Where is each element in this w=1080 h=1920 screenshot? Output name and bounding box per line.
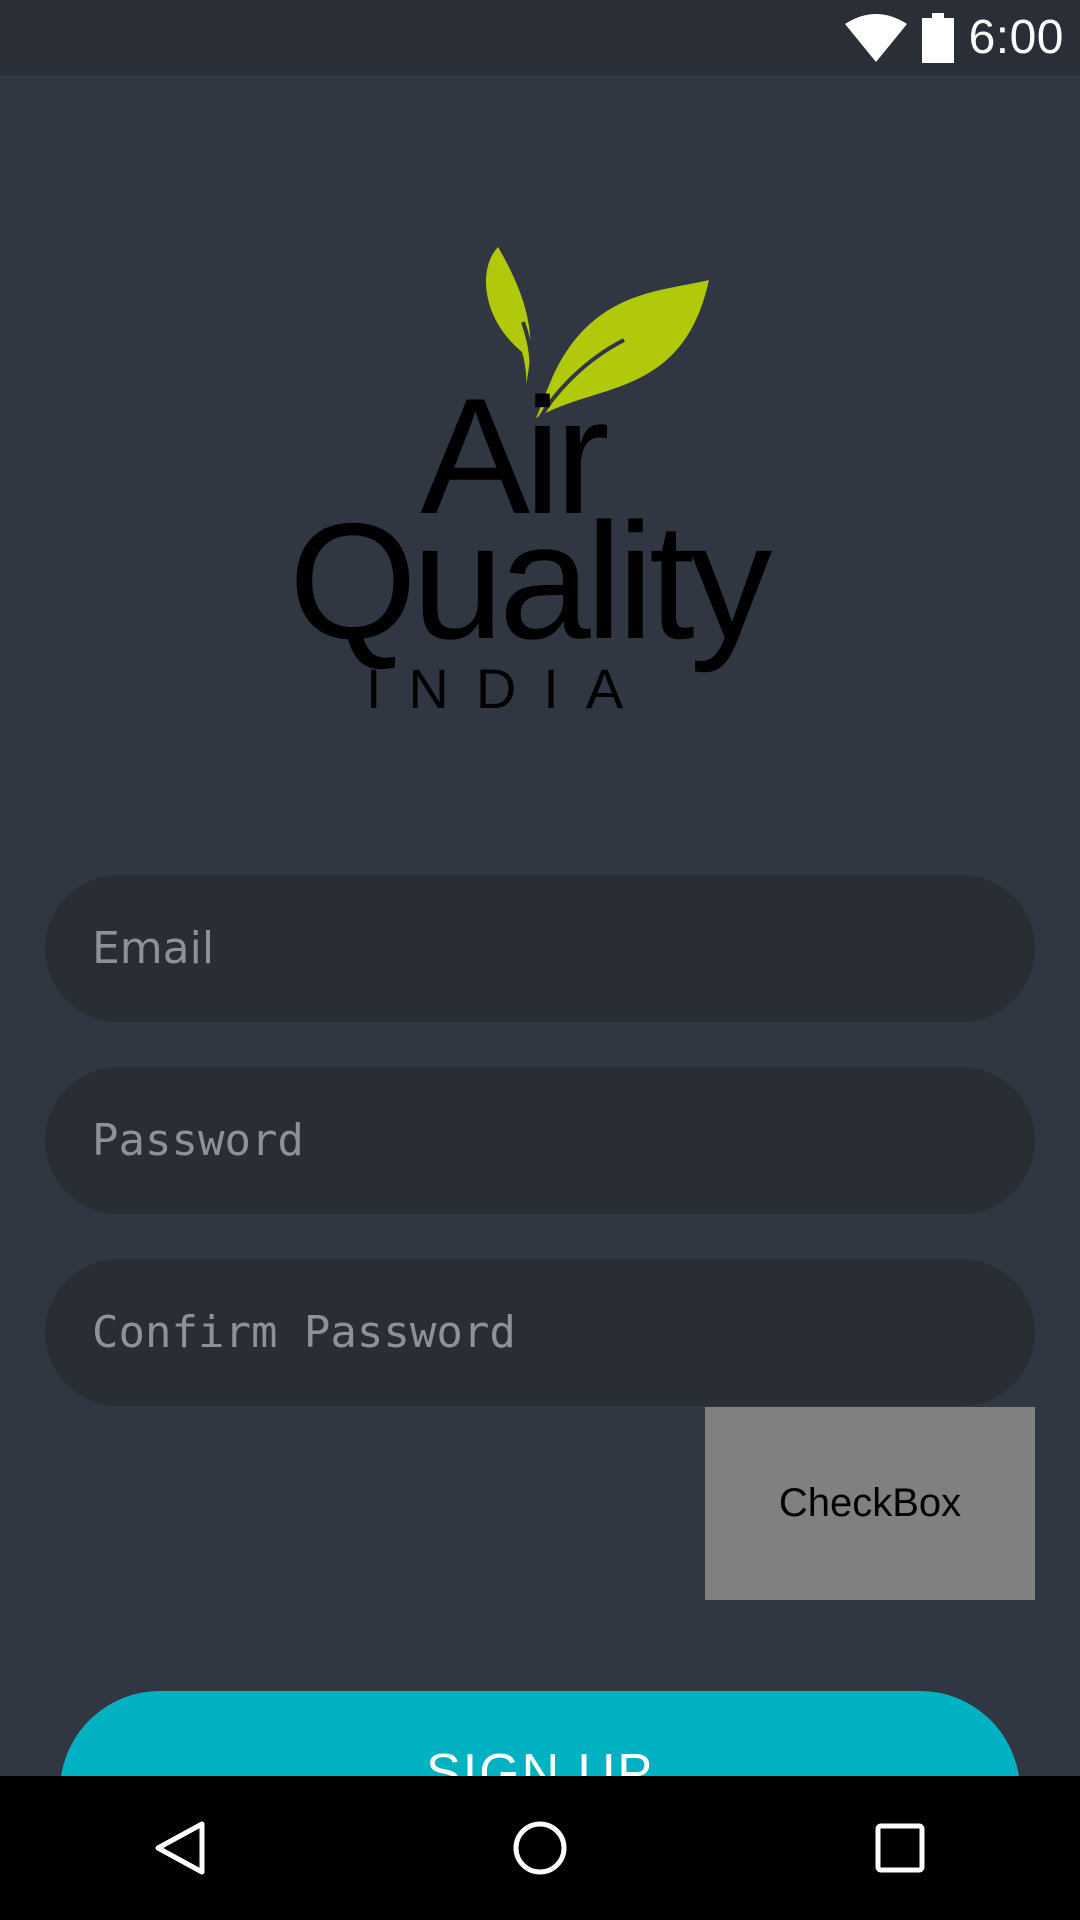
home-icon [513, 1821, 567, 1875]
email-input[interactable] [90, 922, 994, 975]
password-input[interactable] [90, 1114, 994, 1167]
status-icons: 6:00 [844, 0, 1064, 75]
password-field[interactable] [45, 1067, 1035, 1214]
checkbox-label: CheckBox [778, 1481, 962, 1525]
app-logo: Air Quality INDIA [289, 247, 778, 720]
signup-screen: 6:00 Air Quality INDIA CheckBox SIGN UP [0, 0, 1080, 1920]
back-icon [155, 1821, 205, 1875]
confirm-password-input[interactable] [90, 1306, 994, 1359]
back-button[interactable] [90, 1776, 270, 1920]
confirm-password-field[interactable] [45, 1259, 1035, 1406]
email-field[interactable] [45, 875, 1035, 1022]
wifi-icon [844, 13, 907, 62]
checkbox[interactable]: CheckBox [705, 1407, 1035, 1600]
status-time: 6:00 [968, 11, 1064, 64]
battery-icon [921, 12, 954, 63]
logo-text-quality: Quality [289, 489, 773, 673]
logo-text-india: INDIA [366, 657, 650, 720]
home-button[interactable] [450, 1776, 630, 1920]
navigation-bar [0, 1776, 1080, 1920]
status-bar: 6:00 [0, 0, 1080, 75]
recents-icon [875, 1823, 925, 1873]
recents-button[interactable] [810, 1776, 990, 1920]
